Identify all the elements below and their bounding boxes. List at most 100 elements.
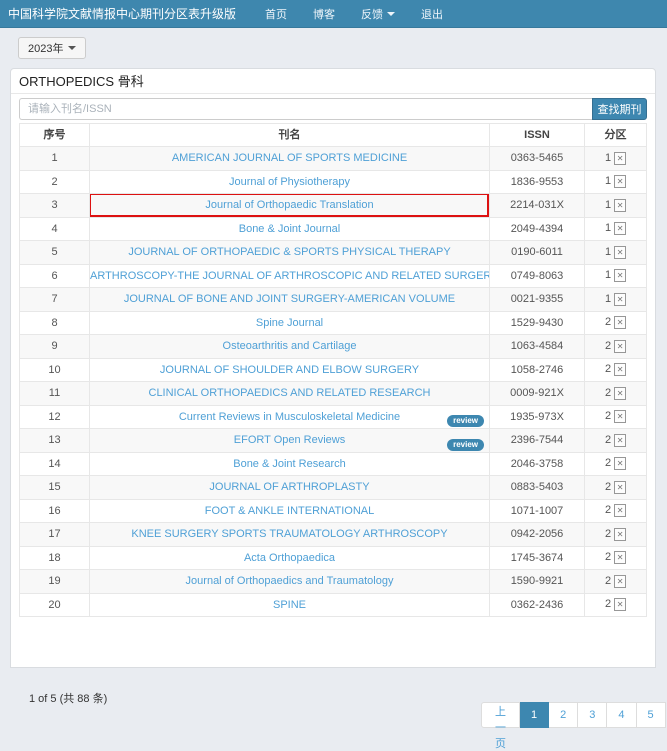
issn-value: 0190-6011 xyxy=(490,241,585,264)
table-row: 16 FOOT & ANKLE INTERNATIONAL 1071-1007 … xyxy=(20,500,646,524)
journal-name-cell: Journal of Physiotherapy xyxy=(90,171,490,194)
issn-value: 1063-4584 xyxy=(490,335,585,358)
partition-number: 2 xyxy=(605,312,611,335)
broken-image-icon: ✕ xyxy=(614,363,626,376)
issn-value: 0883-5403 xyxy=(490,476,585,499)
pagination-button[interactable]: 2 xyxy=(549,702,578,728)
row-number: 16 xyxy=(20,500,90,523)
journal-link[interactable]: EFORT Open Reviews xyxy=(234,434,345,446)
journal-name-cell: ARTHROSCOPY-THE JOURNAL OF ARTHROSCOPIC … xyxy=(90,265,490,288)
pagination-button[interactable]: 4 xyxy=(607,702,636,728)
search-journal-button[interactable]: 查找期刊 xyxy=(592,98,647,120)
journal-link[interactable]: ARTHROSCOPY-THE JOURNAL OF ARTHROSCOPIC … xyxy=(90,270,490,282)
partition-number: 2 xyxy=(605,547,611,570)
row-number: 15 xyxy=(20,476,90,499)
nav-link-label: 首页 xyxy=(265,6,287,22)
issn-value: 0021-9355 xyxy=(490,288,585,311)
header-partition: 分区 xyxy=(585,124,646,146)
issn-value: 1058-2746 xyxy=(490,359,585,382)
pagination-button[interactable]: 上一页 xyxy=(481,702,520,728)
partition-number: 2 xyxy=(605,335,611,358)
journal-link[interactable]: SPINE xyxy=(273,599,306,611)
row-number: 2 xyxy=(20,171,90,194)
issn-value: 0009-921X xyxy=(490,382,585,405)
partition-cell: 1 ✕ xyxy=(585,288,646,311)
journal-link[interactable]: FOOT & ANKLE INTERNATIONAL xyxy=(205,505,375,517)
broken-image-icon: ✕ xyxy=(614,340,626,353)
partition-number: 2 xyxy=(605,429,611,452)
search-input[interactable] xyxy=(19,98,592,120)
journal-link[interactable]: KNEE SURGERY SPORTS TRAUMATOLOGY ARTHROS… xyxy=(131,528,447,540)
issn-value: 0942-2056 xyxy=(490,523,585,546)
issn-value: 2046-3758 xyxy=(490,453,585,476)
journal-link[interactable]: JOURNAL OF BONE AND JOINT SURGERY-AMERIC… xyxy=(124,293,455,305)
row-number: 8 xyxy=(20,312,90,335)
partition-cell: 1 ✕ xyxy=(585,147,646,170)
issn-value: 0362-2436 xyxy=(490,594,585,617)
caret-down-icon xyxy=(68,46,76,50)
partition-number: 1 xyxy=(605,171,611,194)
journal-name-cell: Osteoarthritis and Cartilage xyxy=(90,335,490,358)
journal-link[interactable]: CLINICAL ORTHOPAEDICS AND RELATED RESEAR… xyxy=(149,387,431,399)
issn-value: 2396-7544 xyxy=(490,429,585,452)
table-row: 1 AMERICAN JOURNAL OF SPORTS MEDICINE 03… xyxy=(20,147,646,171)
journal-link[interactable]: Journal of Orthopaedic Translation xyxy=(205,199,373,211)
journal-link[interactable]: Bone & Joint Journal xyxy=(239,223,341,235)
nav-link[interactable]: 博客 xyxy=(300,6,348,22)
broken-image-icon: ✕ xyxy=(614,598,626,611)
journal-link[interactable]: Spine Journal xyxy=(256,317,323,329)
journal-name-cell: KNEE SURGERY SPORTS TRAUMATOLOGY ARTHROS… xyxy=(90,523,490,546)
journal-link[interactable]: Journal of Physiotherapy xyxy=(229,176,350,188)
nav-link[interactable]: 退出 xyxy=(408,6,456,22)
partition-number: 1 xyxy=(605,147,611,170)
row-number: 19 xyxy=(20,570,90,593)
pagination-button[interactable]: 5 xyxy=(637,702,666,728)
partition-cell: 2 ✕ xyxy=(585,500,646,523)
broken-image-icon: ✕ xyxy=(614,222,626,235)
journal-link[interactable]: Current Reviews in Musculoskeletal Medic… xyxy=(179,411,400,423)
row-number: 6 xyxy=(20,265,90,288)
journal-link[interactable]: Osteoarthritis and Cartilage xyxy=(223,340,357,352)
partition-cell: 2 ✕ xyxy=(585,312,646,335)
issn-value: 2049-4394 xyxy=(490,218,585,241)
broken-image-icon: ✕ xyxy=(614,316,626,329)
partition-cell: 1 ✕ xyxy=(585,241,646,264)
partition-number: 2 xyxy=(605,594,611,617)
journal-link[interactable]: JOURNAL OF SHOULDER AND ELBOW SURGERY xyxy=(160,364,419,376)
year-dropdown-button[interactable]: 2023年 xyxy=(18,37,86,59)
journal-name-cell: Bone & Joint Journal xyxy=(90,218,490,241)
broken-image-icon: ✕ xyxy=(614,481,626,494)
partition-number: 2 xyxy=(605,359,611,382)
partition-cell: 2 ✕ xyxy=(585,382,646,405)
nav-links: 首页博客反馈退出 xyxy=(252,6,456,22)
partition-cell: 2 ✕ xyxy=(585,429,646,452)
partition-number: 2 xyxy=(605,406,611,429)
table-row: 19 Journal of Orthopaedics and Traumatol… xyxy=(20,570,646,594)
journal-link[interactable]: AMERICAN JOURNAL OF SPORTS MEDICINE xyxy=(172,152,407,164)
journal-link[interactable]: JOURNAL OF ORTHOPAEDIC & SPORTS PHYSICAL… xyxy=(128,246,450,258)
site-brand[interactable]: 中国科学院文献情报中心期刊分区表升级版 xyxy=(0,5,246,22)
caret-down-icon xyxy=(387,12,395,16)
partition-cell: 2 ✕ xyxy=(585,335,646,358)
broken-image-icon: ✕ xyxy=(614,175,626,188)
broken-image-icon: ✕ xyxy=(614,575,626,588)
pagination-button[interactable]: 3 xyxy=(578,702,607,728)
nav-link[interactable]: 反馈 xyxy=(348,6,408,22)
journal-link[interactable]: JOURNAL OF ARTHROPLASTY xyxy=(209,481,369,493)
journal-table: 序号 刊名 ISSN 分区 1 AMERICAN JOURNAL OF SPOR… xyxy=(19,123,647,617)
row-number: 14 xyxy=(20,453,90,476)
journal-link[interactable]: Bone & Joint Research xyxy=(233,458,346,470)
table-row: 4 Bone & Joint Journal 2049-4394 1 ✕ xyxy=(20,218,646,242)
partition-cell: 2 ✕ xyxy=(585,476,646,499)
nav-link[interactable]: 首页 xyxy=(252,6,300,22)
header-issn: ISSN xyxy=(490,124,585,146)
header-journal-name: 刊名 xyxy=(90,124,490,146)
partition-cell: 1 ✕ xyxy=(585,265,646,288)
row-number: 11 xyxy=(20,382,90,405)
table-row: 7 JOURNAL OF BONE AND JOINT SURGERY-AMER… xyxy=(20,288,646,312)
journal-link[interactable]: Journal of Orthopaedics and Traumatology xyxy=(186,575,394,587)
journal-link[interactable]: Acta Orthopaedica xyxy=(244,552,335,564)
journal-name-cell: Journal of Orthopaedic Translation xyxy=(90,194,490,217)
year-label: 2023年 xyxy=(28,40,63,56)
pagination-page-active[interactable]: 1 xyxy=(520,702,549,728)
